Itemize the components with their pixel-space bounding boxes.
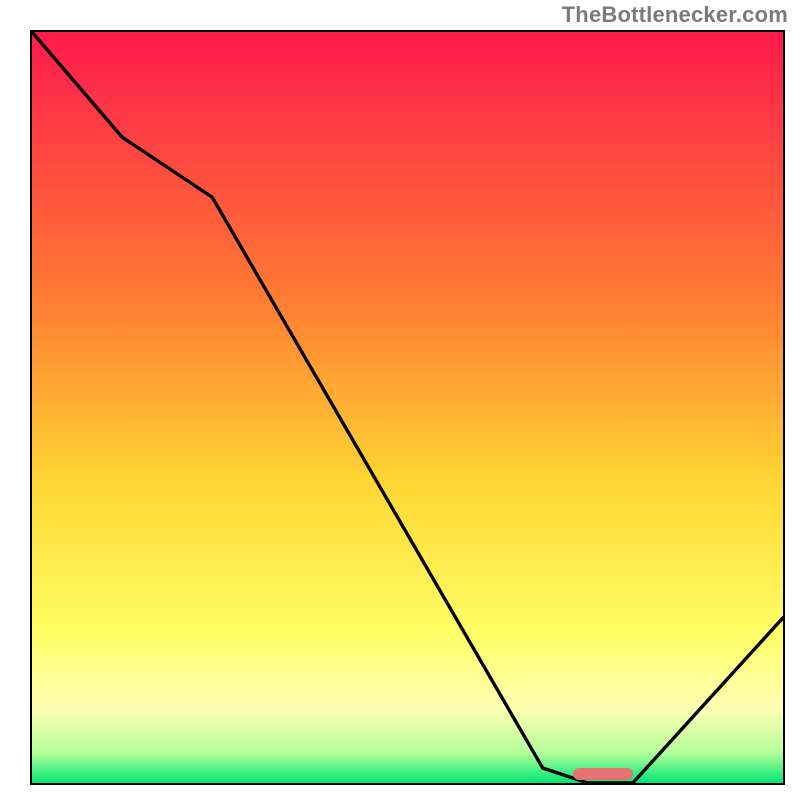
optimal-range-marker — [573, 768, 633, 780]
plot-area — [30, 30, 785, 785]
bottleneck-curve — [32, 32, 783, 783]
attribution-text: TheBottlenecker.com — [562, 2, 788, 28]
